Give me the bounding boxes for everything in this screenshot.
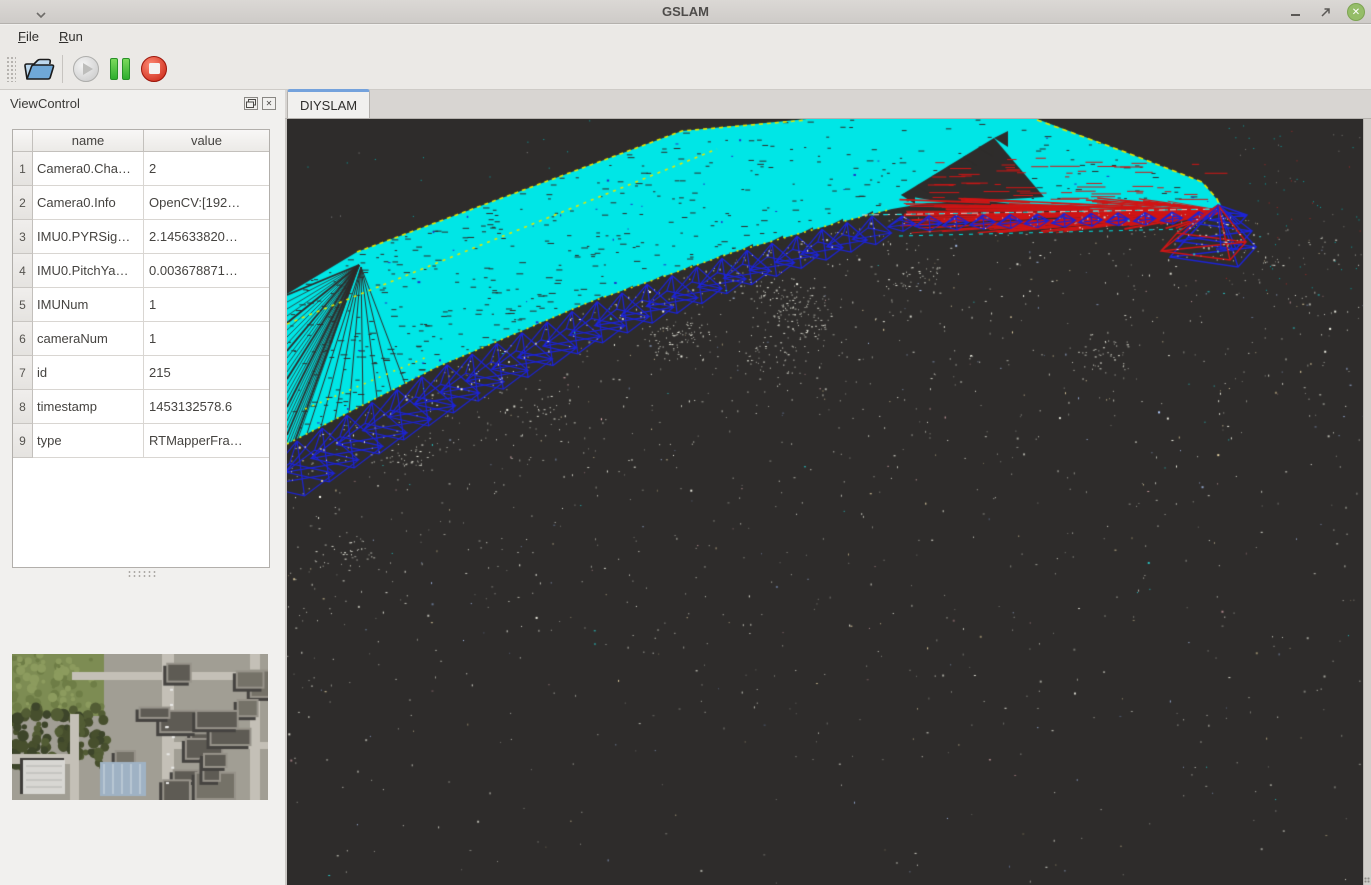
cell-value[interactable]: 0.003678871… xyxy=(144,254,269,288)
property-table: name value 1Camera0.Cha…22Camera0.InfoOp… xyxy=(12,129,270,568)
row-number: 9 xyxy=(13,424,33,458)
row-number: 5 xyxy=(13,288,33,322)
stop-button[interactable] xyxy=(137,52,171,86)
table-row[interactable]: 7id215 xyxy=(13,356,269,390)
table-header-row: name value xyxy=(13,130,269,152)
tab-bar: DIYSLAM xyxy=(285,90,1371,119)
cell-value[interactable]: OpenCV:[192… xyxy=(144,186,269,220)
row-number: 3 xyxy=(13,220,33,254)
window-title: GSLAM xyxy=(0,4,1371,19)
play-icon xyxy=(73,56,99,82)
dock-title: ViewControl xyxy=(10,96,80,111)
row-number: 2 xyxy=(13,186,33,220)
dock-close-icon: ✕ xyxy=(266,99,273,108)
column-header-name[interactable]: name xyxy=(33,130,144,151)
cell-value[interactable]: 1453132578.6 xyxy=(144,390,269,424)
minimize-icon xyxy=(1291,14,1300,16)
dock-float-button[interactable] xyxy=(244,97,258,110)
cell-name[interactable]: IMU0.PitchYa… xyxy=(33,254,144,288)
table-row[interactable]: 8timestamp1453132578.6 xyxy=(13,390,269,424)
dock-header: ViewControl ✕ xyxy=(0,90,285,118)
splitter-handle[interactable] xyxy=(127,570,157,577)
cell-name[interactable]: timestamp xyxy=(33,390,144,424)
cell-name[interactable]: cameraNum xyxy=(33,322,144,356)
slam-3d-viewport[interactable] xyxy=(287,119,1363,884)
tab-diyslam[interactable]: DIYSLAM xyxy=(287,89,370,118)
cell-name[interactable]: type xyxy=(33,424,144,458)
table-row[interactable]: 9typeRTMapperFra… xyxy=(13,424,269,458)
cell-name[interactable]: id xyxy=(33,356,144,390)
float-icon xyxy=(246,99,256,108)
menu-item-run[interactable]: Run xyxy=(49,27,93,46)
cell-name[interactable]: Camera0.Cha… xyxy=(33,152,144,186)
cell-value[interactable]: RTMapperFra… xyxy=(144,424,269,458)
row-number: 1 xyxy=(13,152,33,186)
cell-value[interactable]: 1 xyxy=(144,322,269,356)
cell-value[interactable]: 2.145633820… xyxy=(144,220,269,254)
minimize-button[interactable] xyxy=(1287,4,1303,20)
pause-button[interactable] xyxy=(103,52,137,86)
table-row[interactable]: 2Camera0.InfoOpenCV:[192… xyxy=(13,186,269,220)
cell-name[interactable]: Camera0.Info xyxy=(33,186,144,220)
resize-grip[interactable] xyxy=(1364,877,1370,883)
row-number: 6 xyxy=(13,322,33,356)
gslam-window: GSLAM ✕ FileRun xyxy=(0,0,1371,885)
close-icon: ✕ xyxy=(1352,7,1360,18)
column-header-value[interactable]: value xyxy=(144,130,269,151)
close-button[interactable]: ✕ xyxy=(1347,3,1365,21)
gl-pane xyxy=(285,119,1371,885)
stop-icon xyxy=(141,56,167,82)
table-row[interactable]: 4IMU0.PitchYa…0.003678871… xyxy=(13,254,269,288)
titlebar: GSLAM ✕ xyxy=(0,0,1371,24)
aerial-map-preview xyxy=(12,654,268,800)
row-number: 4 xyxy=(13,254,33,288)
table-row[interactable]: 5IMUNum1 xyxy=(13,288,269,322)
folder-icon xyxy=(23,55,55,83)
row-number: 8 xyxy=(13,390,33,424)
play-button[interactable] xyxy=(69,52,103,86)
pause-icon xyxy=(110,58,130,80)
toolbar xyxy=(0,48,1371,90)
pane-right-frame xyxy=(1363,119,1371,885)
toolbar-drag-handle[interactable] xyxy=(6,56,16,82)
table-row[interactable]: 3IMU0.PYRSig…2.145633820… xyxy=(13,220,269,254)
table-row[interactable]: 1Camera0.Cha…2 xyxy=(13,152,269,186)
row-number: 7 xyxy=(13,356,33,390)
toolbar-separator xyxy=(62,55,63,83)
table-row[interactable]: 6cameraNum1 xyxy=(13,322,269,356)
cell-value[interactable]: 1 xyxy=(144,288,269,322)
main-area: DIYSLAM xyxy=(285,90,1371,885)
menu-item-file[interactable]: File xyxy=(8,27,49,46)
tab-label: DIYSLAM xyxy=(300,98,357,113)
open-dataset-button[interactable] xyxy=(22,52,56,86)
table-body: 1Camera0.Cha…22Camera0.InfoOpenCV:[192…3… xyxy=(13,152,269,458)
table-corner xyxy=(13,130,33,151)
viewcontrol-dock: ViewControl ✕ name value 1Camera0.Cha…22… xyxy=(0,90,285,885)
cell-value[interactable]: 2 xyxy=(144,152,269,186)
cell-name[interactable]: IMUNum xyxy=(33,288,144,322)
menubar: FileRun xyxy=(0,25,1371,48)
cell-name[interactable]: IMU0.PYRSig… xyxy=(33,220,144,254)
maximize-icon xyxy=(1320,7,1331,18)
dock-close-button[interactable]: ✕ xyxy=(262,97,276,110)
cell-value[interactable]: 215 xyxy=(144,356,269,390)
maximize-button[interactable] xyxy=(1317,4,1333,20)
